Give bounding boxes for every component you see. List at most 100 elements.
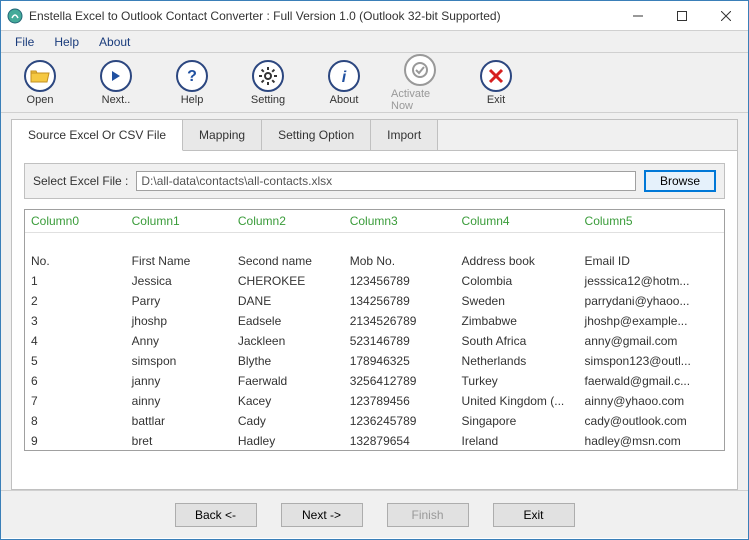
toolbar-setting-label: Setting <box>251 94 285 106</box>
table-cell: 8 <box>25 411 126 431</box>
file-path-input[interactable] <box>136 171 636 191</box>
table-cell: No. <box>25 251 126 271</box>
tab-import[interactable]: Import <box>371 120 438 150</box>
table-cell: 3256412789 <box>344 371 456 391</box>
table-cell: Email ID <box>579 251 724 271</box>
column-header[interactable]: Column5 <box>579 210 724 233</box>
toolbar-exit-button[interactable]: Exit <box>467 60 525 106</box>
table-row[interactable]: 6jannyFaerwald3256412789Turkeyfaerwald@g… <box>25 371 724 391</box>
table-cell: 9 <box>25 431 126 451</box>
table-cell: Faerwald <box>232 371 344 391</box>
table-row[interactable]: 5simsponBlythe178946325Netherlandssimspo… <box>25 351 724 371</box>
toolbar-about-button[interactable]: i About <box>315 60 373 106</box>
table-row[interactable]: 2ParryDANE134256789Swedenparrydani@yhaoo… <box>25 291 724 311</box>
table-cell: 4 <box>25 331 126 351</box>
gear-icon <box>258 66 278 86</box>
tab-strip: Source Excel Or CSV File Mapping Setting… <box>12 120 737 151</box>
question-icon: ? <box>183 67 201 85</box>
table-cell: Jessica <box>126 271 232 291</box>
minimize-button[interactable] <box>616 1 660 31</box>
table-cell: Hadley <box>232 431 344 451</box>
toolbar-about-label: About <box>330 94 359 106</box>
next-button[interactable]: Next -> <box>281 503 363 527</box>
table-cell: Parry <box>126 291 232 311</box>
table-row[interactable]: 4AnnyJackleen523146789South Africaanny@g… <box>25 331 724 351</box>
table-cell: Turkey <box>456 371 579 391</box>
toolbar-open-label: Open <box>27 94 54 106</box>
file-select-row: Select Excel File : Browse <box>24 163 725 199</box>
table-cell: jhoshp <box>126 311 232 331</box>
toolbar-next-button[interactable]: Next.. <box>87 60 145 106</box>
svg-text:i: i <box>342 69 347 85</box>
table-scroll[interactable]: Column0 Column1 Column2 Column3 Column4 … <box>25 210 724 450</box>
tab-content: Select Excel File : Browse Column0 Colum… <box>12 151 737 463</box>
tab-mapping[interactable]: Mapping <box>183 120 262 150</box>
table-row[interactable]: 8battlarCady1236245789Singaporecady@outl… <box>25 411 724 431</box>
table-cell: bret <box>126 431 232 451</box>
info-icon: i <box>335 67 353 85</box>
column-header[interactable]: Column4 <box>456 210 579 233</box>
table-cell: United Kingdom (... <box>456 391 579 411</box>
finish-button: Finish <box>387 503 469 527</box>
exit-button[interactable]: Exit <box>493 503 575 527</box>
table-cell: South Africa <box>456 331 579 351</box>
table-cell: 2134526789 <box>344 311 456 331</box>
table-cell: Mob No. <box>344 251 456 271</box>
select-file-label: Select Excel File : <box>33 174 128 188</box>
tab-setting-option[interactable]: Setting Option <box>262 120 371 150</box>
table-cell: 1 <box>25 271 126 291</box>
table-cell: ainny@yhaoo.com <box>579 391 724 411</box>
table-row[interactable]: No.First NameSecond nameMob No.Address b… <box>25 251 724 271</box>
table-cell: 5 <box>25 351 126 371</box>
table-cell: Ireland <box>456 431 579 451</box>
table-header-row: Column0 Column1 Column2 Column3 Column4 … <box>25 210 724 233</box>
table-row[interactable]: 1JessicaCHEROKEE123456789Colombiajesssic… <box>25 271 724 291</box>
svg-text:?: ? <box>187 68 197 85</box>
window-controls <box>616 1 748 31</box>
toolbar-open-button[interactable]: Open <box>11 60 69 106</box>
window-title: Enstella Excel to Outlook Contact Conver… <box>29 9 616 23</box>
arrow-right-icon <box>108 68 124 84</box>
maximize-button[interactable] <box>660 1 704 31</box>
table-cell: Singapore <box>456 411 579 431</box>
folder-open-icon <box>30 68 50 84</box>
toolbar-help-label: Help <box>181 94 204 106</box>
toolbar-activate-button: Activate Now <box>391 54 449 112</box>
table-row[interactable]: 3jhoshpEadsele2134526789Zimbabwejhoshp@e… <box>25 311 724 331</box>
menu-help[interactable]: Help <box>44 33 89 51</box>
table-cell: Kacey <box>232 391 344 411</box>
toolbar-activate-label: Activate Now <box>391 88 449 112</box>
table-row[interactable]: 9bretHadley132879654Irelandhadley@msn.co… <box>25 431 724 451</box>
table-cell: ainny <box>126 391 232 411</box>
back-button[interactable]: Back <- <box>175 503 257 527</box>
content-area: Source Excel Or CSV File Mapping Setting… <box>1 113 748 490</box>
column-header[interactable]: Column3 <box>344 210 456 233</box>
table-cell: Jackleen <box>232 331 344 351</box>
menu-file[interactable]: File <box>5 33 44 51</box>
toolbar: Open Next.. ? Help Setting i About Activ… <box>1 53 748 113</box>
table-cell: battlar <box>126 411 232 431</box>
table-cell: anny@gmail.com <box>579 331 724 351</box>
toolbar-exit-label: Exit <box>487 94 505 106</box>
column-header[interactable]: Column1 <box>126 210 232 233</box>
menu-about[interactable]: About <box>89 33 140 51</box>
tab-source[interactable]: Source Excel Or CSV File <box>12 120 183 151</box>
table-cell: 7 <box>25 391 126 411</box>
toolbar-setting-button[interactable]: Setting <box>239 60 297 106</box>
table-cell: simspon123@outl... <box>579 351 724 371</box>
menubar: File Help About <box>1 31 748 53</box>
column-header[interactable]: Column2 <box>232 210 344 233</box>
browse-button[interactable]: Browse <box>644 170 716 192</box>
column-header[interactable]: Column0 <box>25 210 126 233</box>
footer: Back <- Next -> Finish Exit <box>1 490 748 538</box>
table-cell: Zimbabwe <box>456 311 579 331</box>
table-cell: Address book <box>456 251 579 271</box>
close-button[interactable] <box>704 1 748 31</box>
table-row[interactable]: 7ainnyKacey123789456United Kingdom (...a… <box>25 391 724 411</box>
toolbar-help-button[interactable]: ? Help <box>163 60 221 106</box>
table-cell: janny <box>126 371 232 391</box>
table-cell: 2 <box>25 291 126 311</box>
table-cell: faerwald@gmail.c... <box>579 371 724 391</box>
table-cell: 123789456 <box>344 391 456 411</box>
table-cell: Blythe <box>232 351 344 371</box>
